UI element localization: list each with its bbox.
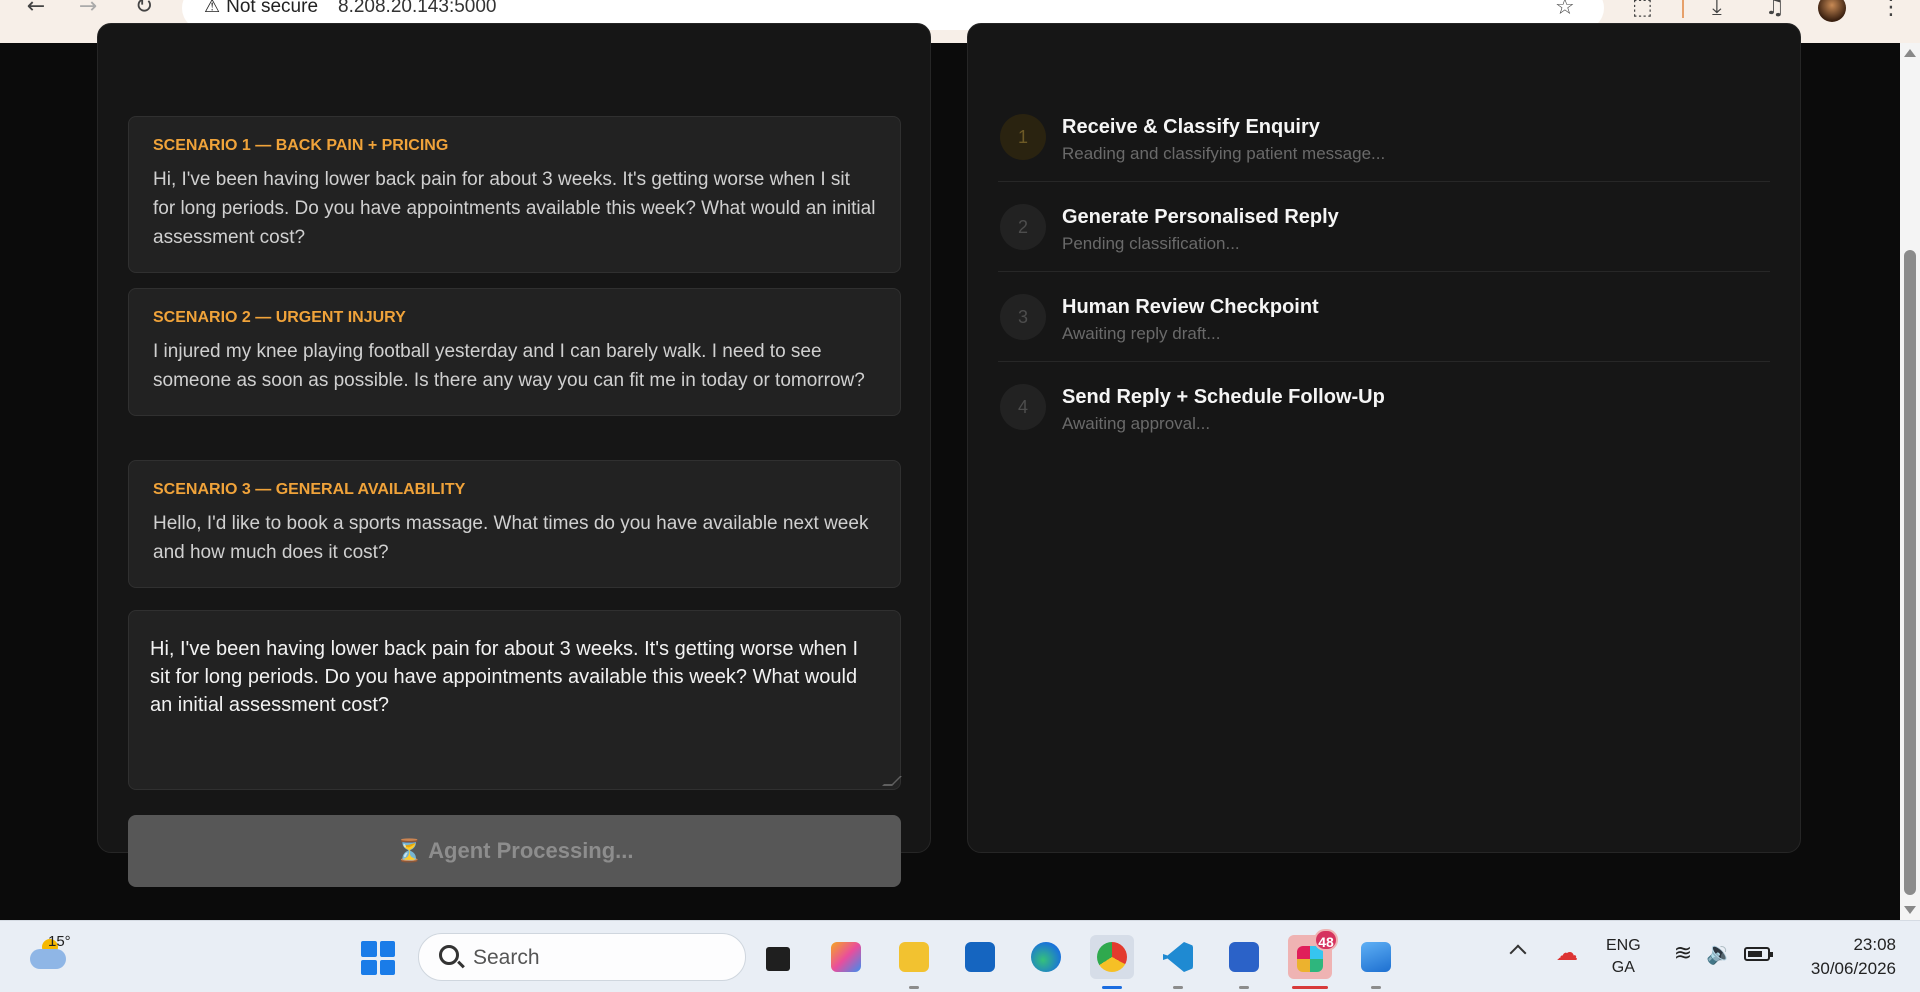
battery-icon[interactable] [1744,947,1773,961]
resize-handle-icon[interactable] [882,776,902,786]
step-title: Receive & Classify Enquiry [1062,116,1320,138]
workflow-step-3: 3 Human Review Checkpoint Awaiting reply… [998,272,1770,362]
scroll-thumb[interactable] [1904,250,1916,895]
extensions-icon[interactable]: ⬚ [1632,0,1653,19]
forward-arrow-icon[interactable]: → [76,0,100,20]
scenario-card-3[interactable]: SCENARIO 3 — GENERAL AVAILABILITY Hello,… [128,460,901,588]
photos-icon[interactable] [1354,935,1398,989]
security-label: Not secure [226,0,319,17]
step-title: Human Review Checkpoint [1062,296,1319,318]
download-icon[interactable]: ⤓ [1712,0,1722,19]
microsoft-store-icon[interactable] [958,935,1002,979]
taskbar-search[interactable]: Search [418,933,746,981]
scenario-title: SCENARIO 2 — URGENT INJURY [153,309,406,326]
security-indicator[interactable]: ⚠ Not secure [196,0,329,18]
step-number: 4 [1000,384,1046,430]
url-text[interactable]: 8.208.20.143:5000 [338,0,497,16]
start-windows-icon[interactable] [361,941,395,975]
profile-avatar[interactable] [1818,0,1846,22]
notification-badge: 48 [1314,929,1338,951]
scenario-text: Hi, I've been having lower back pain for… [153,169,876,248]
workflow-step-1: 1 Receive & Classify Enquiry Reading and… [998,92,1770,182]
copilot-icon[interactable] [824,935,868,979]
step-status: Awaiting approval... [1062,414,1211,433]
page-scrollbar[interactable] [1900,43,1920,920]
scenario-card-1[interactable]: SCENARIO 1 — BACK PAIN + PRICING Hi, I'v… [128,116,901,273]
vscode-icon[interactable] [1156,935,1200,989]
page-content: SCENARIO 1 — BACK PAIN + PRICING Hi, I'v… [0,23,1900,920]
bookmark-star-icon[interactable]: ☆ [1555,0,1575,19]
workflow-step-2: 2 Generate Personalised Reply Pending cl… [998,182,1770,272]
step-title: Generate Personalised Reply [1062,206,1339,228]
system-clock[interactable]: 23:08 30/06/2026 [1796,933,1896,981]
edge-browser-icon[interactable] [1024,935,1068,979]
step-title: Send Reply + Schedule Follow-Up [1062,386,1385,408]
back-arrow-icon[interactable]: ← [24,0,48,20]
reload-icon[interactable]: ↻ [132,0,156,20]
media-control-icon[interactable]: ♫ [1765,0,1785,19]
scenario-card-2[interactable]: SCENARIO 2 — URGENT INJURY I injured my … [128,288,901,416]
scroll-up-icon[interactable] [1904,49,1916,57]
scenario-title: SCENARIO 1 — BACK PAIN + PRICING [153,137,449,154]
search-placeholder: Search [473,946,540,969]
search-icon [439,945,459,965]
clock-date: 30/06/2026 [1810,959,1896,978]
step-number: 3 [1000,294,1046,340]
volume-icon[interactable]: 🔉 [1706,941,1733,967]
language-code: ENG [1606,937,1641,954]
message-textarea[interactable]: Hi, I've been having lower back pain for… [128,610,902,790]
step-status: Awaiting reply draft... [1062,324,1221,343]
warning-icon: ⚠ [204,0,221,17]
slack-icon[interactable]: 48 [1288,929,1338,989]
menu-kebab-icon[interactable]: ⋮ [1880,0,1902,19]
scenario-title: SCENARIO 3 — GENERAL AVAILABILITY [153,481,466,498]
windows-taskbar: 15° Search 48 ☁ ENG GA ≋ 🔉 23:08 30/06/2… [0,920,1920,992]
workflow-panel: 1 Receive & Classify Enquiry Reading and… [967,23,1801,853]
show-hidden-icons-chevron-icon[interactable] [1509,944,1527,962]
weather-temperature[interactable]: 15° [48,933,71,950]
step-number: 2 [1000,204,1046,250]
workflow-step-4: 4 Send Reply + Schedule Follow-Up Awaiti… [998,362,1770,452]
word-icon[interactable] [1222,935,1266,989]
step-number: 1 [1000,114,1046,160]
toolbar-divider [1682,0,1684,18]
task-view-icon[interactable] [756,935,800,979]
file-explorer-icon[interactable] [892,935,936,989]
message-text: Hi, I've been having lower back pain for… [150,638,859,716]
wifi-icon[interactable]: ≋ [1670,941,1696,967]
scenario-text: Hello, I'd like to book a sports massage… [153,513,869,563]
input-language[interactable]: ENG GA [1606,935,1641,979]
input-panel: SCENARIO 1 — BACK PAIN + PRICING Hi, I'v… [97,23,931,887]
step-status: Reading and classifying patient message.… [1062,144,1386,163]
keyboard-layout: GA [1611,959,1635,976]
step-status: Pending classification... [1062,234,1240,253]
scenario-text: I injured my knee playing football yeste… [153,341,865,391]
onedrive-error-icon[interactable]: ☁ [1554,941,1580,967]
scroll-down-icon[interactable] [1904,906,1916,914]
clock-time: 23:08 [1853,935,1896,954]
chrome-browser-icon[interactable] [1090,935,1134,989]
agent-processing-button[interactable]: ⏳ Agent Processing... [128,815,901,887]
